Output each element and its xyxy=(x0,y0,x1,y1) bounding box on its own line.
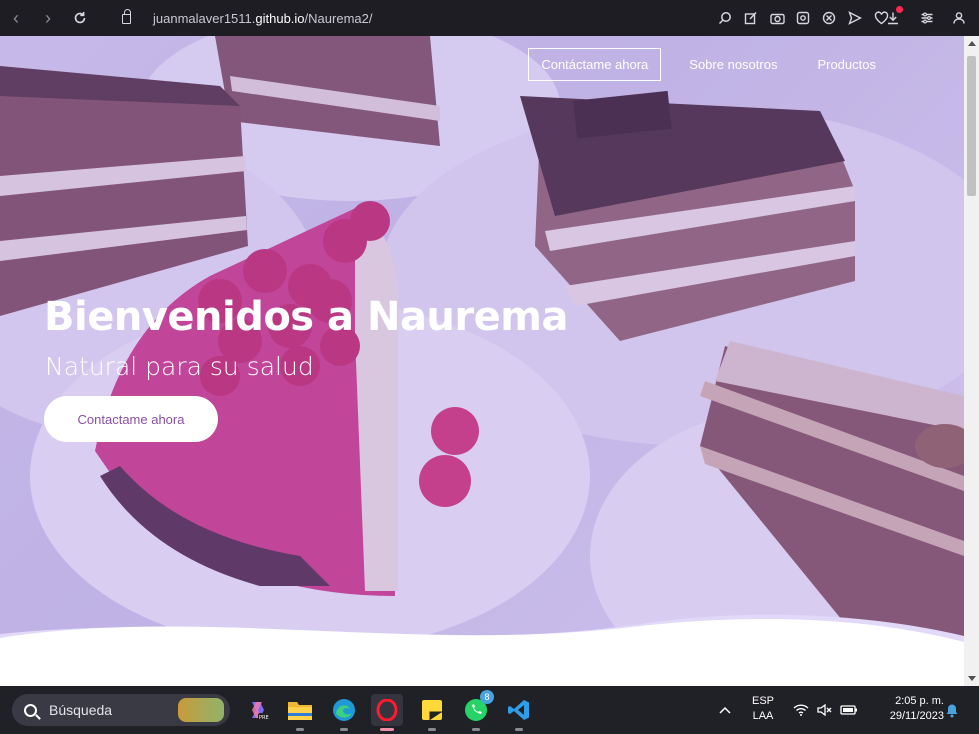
url-host: github.io xyxy=(255,10,305,26)
scroll-up-arrow-icon[interactable] xyxy=(968,41,976,46)
running-indicator xyxy=(380,728,394,731)
sticky-notes-icon[interactable] xyxy=(416,694,448,731)
page-scrollbar[interactable] xyxy=(964,36,979,686)
search-icon[interactable] xyxy=(714,6,736,30)
taskbar-search[interactable]: Búsqueda xyxy=(12,694,230,726)
browser-toolbar: ‹ › juanmalaver1511. github.io/Naurema2/ xyxy=(0,0,979,36)
taskbar: Búsqueda PRE 8 ESP LAA 2:05 p. m. 29/11/… xyxy=(0,686,979,734)
site-nav: Contáctame ahora Sobre nosotros Producto… xyxy=(512,48,888,81)
wifi-icon[interactable] xyxy=(790,686,812,734)
svg-text:PRE: PRE xyxy=(259,715,269,721)
profile-icon[interactable] xyxy=(948,6,970,30)
file-explorer-icon[interactable] xyxy=(284,694,316,731)
running-indicator xyxy=(296,728,304,731)
download-notification-dot xyxy=(896,6,903,13)
hero-section: Contáctame ahora Sobre nosotros Producto… xyxy=(0,36,964,686)
scrollbar-thumb[interactable] xyxy=(967,56,976,196)
forward-arrow-icon[interactable]: › xyxy=(36,6,60,30)
opera-icon[interactable] xyxy=(371,694,403,731)
edge-icon[interactable] xyxy=(328,694,360,731)
edit-icon[interactable] xyxy=(740,6,762,30)
vscode-icon[interactable] xyxy=(503,694,535,731)
lock-icon xyxy=(122,9,131,24)
reload-icon[interactable] xyxy=(68,6,92,30)
download-icon[interactable] xyxy=(882,6,904,30)
clock-time: 2:05 p. m. xyxy=(895,695,944,707)
hero-title: Bienvenidos a Naurema xyxy=(44,294,568,340)
whatsapp-icon[interactable]: 8 xyxy=(460,690,494,731)
camera-icon[interactable] xyxy=(766,6,788,30)
language-code: ESP xyxy=(751,695,774,707)
send-icon[interactable] xyxy=(844,6,866,30)
nav-contact-link[interactable]: Contáctame ahora xyxy=(528,48,662,81)
running-indicator xyxy=(340,728,348,731)
running-indicator xyxy=(515,728,523,731)
url-path: /Naurema2/ xyxy=(304,10,373,26)
notification-bell-icon[interactable] xyxy=(942,686,962,734)
extension-icon[interactable] xyxy=(792,6,814,30)
search-icon xyxy=(24,703,37,717)
block-icon[interactable] xyxy=(818,6,840,30)
search-highlight-image xyxy=(178,698,224,722)
nav-about-link[interactable]: Sobre nosotros xyxy=(677,49,789,80)
whatsapp-badge: 8 xyxy=(480,690,494,704)
settings-icon[interactable] xyxy=(916,6,938,30)
page-viewport: Contáctame ahora Sobre nosotros Producto… xyxy=(0,36,979,686)
keyboard-layout: LAA xyxy=(752,710,774,722)
scroll-down-arrow-icon[interactable] xyxy=(968,676,976,681)
running-indicator xyxy=(472,728,480,731)
taskbar-search-placeholder: Búsqueda xyxy=(49,702,113,718)
running-indicator xyxy=(428,728,436,731)
system-clock[interactable]: 2:05 p. m. 29/11/2023 xyxy=(866,694,944,724)
language-indicator[interactable]: ESP LAA xyxy=(749,694,777,724)
clock-date: 29/11/2023 xyxy=(889,710,944,722)
nav-products-link[interactable]: Productos xyxy=(805,49,888,80)
hero-contact-button[interactable]: Contactame ahora xyxy=(44,396,218,442)
copilot-icon[interactable]: PRE xyxy=(242,694,274,726)
url-prefix: juanmalaver1511. xyxy=(153,10,256,26)
address-bar[interactable]: juanmalaver1511. github.io/Naurema2/ xyxy=(122,6,372,30)
battery-icon[interactable] xyxy=(838,686,860,734)
hero-wave xyxy=(0,619,964,686)
back-arrow-icon[interactable]: ‹ xyxy=(4,6,28,30)
hero-subtitle: Natural para su salud xyxy=(45,352,314,381)
chevron-up-icon[interactable] xyxy=(712,686,738,734)
volume-muted-icon[interactable] xyxy=(814,686,836,734)
